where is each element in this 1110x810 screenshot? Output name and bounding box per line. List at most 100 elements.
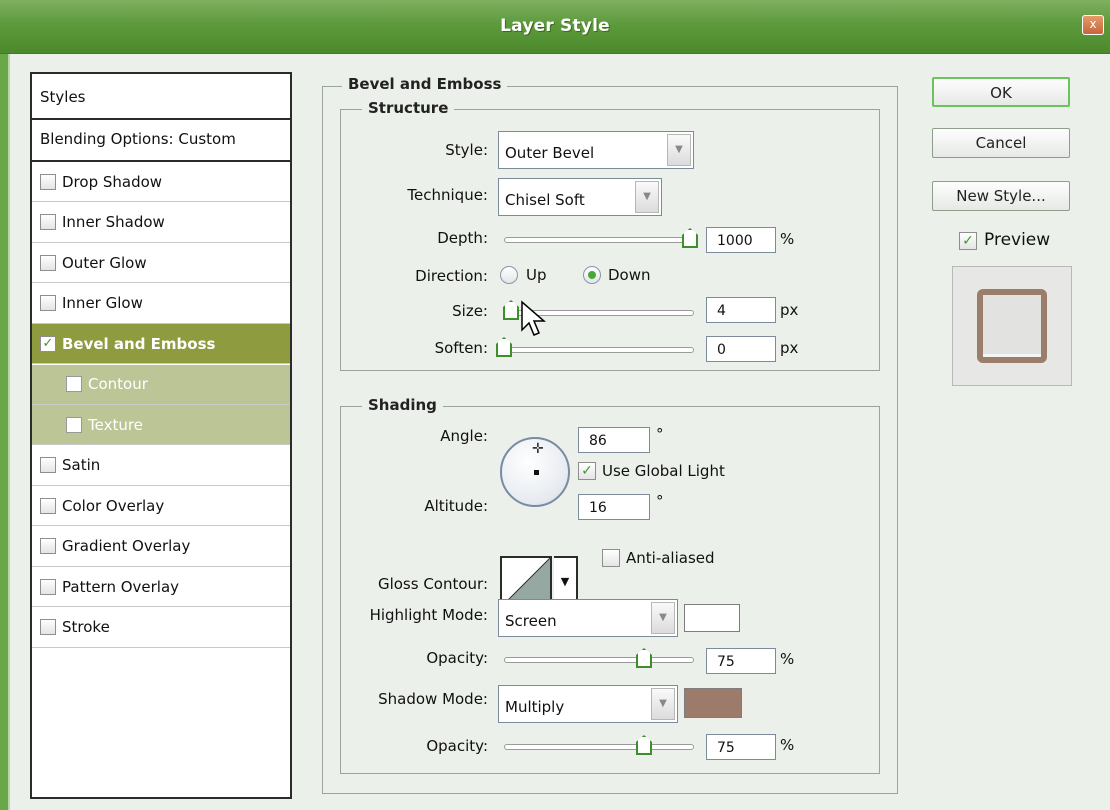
highlight-opacity-label: Opacity: <box>426 649 488 667</box>
style-item-texture[interactable]: Texture <box>32 405 290 445</box>
altitude-label: Altitude: <box>424 497 488 515</box>
cancel-button[interactable]: Cancel <box>932 128 1070 158</box>
window-frame-left-inner <box>8 54 10 810</box>
style-item-label: Bevel and Emboss <box>62 334 216 353</box>
style-item-gradient-overlay[interactable]: Gradient Overlay <box>32 526 290 567</box>
style-preview-thumbnail <box>952 266 1072 386</box>
style-item-checkbox[interactable] <box>40 497 56 514</box>
size-label: Size: <box>452 302 488 320</box>
style-item-checkbox[interactable] <box>66 416 82 433</box>
style-item-label: Texture <box>88 415 143 434</box>
style-item-checkbox[interactable] <box>40 214 56 230</box>
shadow-mode-label: Shadow Mode: <box>378 690 488 708</box>
style-item-checkbox[interactable] <box>40 457 56 473</box>
window-frame-left <box>0 54 8 810</box>
preview-label: Preview <box>984 230 1051 250</box>
size-input[interactable]: 4 <box>706 297 776 323</box>
highlight-color-swatch[interactable] <box>684 604 740 632</box>
style-item-checkbox[interactable] <box>40 254 56 271</box>
style-select-value: Outer Bevel <box>505 144 595 162</box>
style-item-drop-shadow[interactable]: Drop Shadow <box>32 162 290 202</box>
depth-slider[interactable] <box>504 237 694 243</box>
chevron-down-icon[interactable]: ▼ <box>635 181 659 213</box>
style-item-contour[interactable]: Contour <box>32 364 290 405</box>
style-item-label: Outer Glow <box>62 253 147 272</box>
soften-slider[interactable] <box>504 347 694 353</box>
style-item-label: Stroke <box>62 618 110 636</box>
direction-down-radio[interactable] <box>583 266 601 284</box>
shading-title: Shading <box>362 396 443 414</box>
shadow-color-swatch[interactable] <box>684 688 742 718</box>
style-item-inner-shadow[interactable]: Inner Shadow <box>32 202 290 243</box>
shadow-opacity-input[interactable]: 75 <box>706 734 776 760</box>
checkmark-icon: ✓ <box>42 336 54 351</box>
highlight-opacity-slider[interactable] <box>504 657 694 663</box>
style-item-outer-glow[interactable]: Outer Glow <box>32 243 290 283</box>
style-item-label: Color Overlay <box>62 496 165 515</box>
shadow-mode-select[interactable]: Multiply ▼ <box>498 685 678 723</box>
chevron-down-icon[interactable]: ▼ <box>667 134 691 166</box>
style-item-checkbox[interactable] <box>40 295 56 311</box>
direction-up-radio[interactable] <box>500 266 518 284</box>
soften-input[interactable]: 0 <box>706 336 776 362</box>
shadow-opacity-label: Opacity: <box>426 737 488 755</box>
style-item-stroke[interactable]: Stroke <box>32 607 290 648</box>
style-item-checkbox[interactable] <box>40 538 56 554</box>
close-button[interactable]: x <box>1082 15 1104 35</box>
style-item-inner-glow[interactable]: Inner Glow <box>32 283 290 324</box>
dial-center-dot <box>534 470 539 475</box>
style-item-color-overlay[interactable]: Color Overlay <box>32 486 290 526</box>
shadow-opacity-unit: % <box>780 736 795 754</box>
use-global-light-checkbox[interactable]: ✓ <box>578 462 596 480</box>
depth-input[interactable]: 1000 <box>706 227 776 253</box>
style-label: Style: <box>445 141 488 159</box>
style-item-bevel-and-emboss[interactable]: ✓ Bevel and Emboss <box>32 324 290 364</box>
anti-aliased-checkbox[interactable] <box>602 549 620 567</box>
styles-header-label: Styles <box>40 88 86 106</box>
size-unit: px <box>780 301 799 319</box>
direction-up-label: Up <box>526 266 547 284</box>
style-item-label: Pattern Overlay <box>62 577 180 596</box>
style-item-checkbox[interactable] <box>66 376 82 392</box>
style-select[interactable]: Outer Bevel ▼ <box>498 131 694 169</box>
direction-down-label: Down <box>608 266 651 284</box>
gloss-contour-label: Gloss Contour: <box>377 575 488 593</box>
altitude-input[interactable]: 16 <box>578 494 650 520</box>
depth-label: Depth: <box>437 229 488 247</box>
style-item-label: Inner Shadow <box>62 213 165 231</box>
highlight-opacity-unit: % <box>780 650 795 668</box>
highlight-opacity-input[interactable]: 75 <box>706 648 776 674</box>
shadow-mode-value: Multiply <box>505 698 565 716</box>
depth-unit: % <box>780 230 795 248</box>
title-bar: Layer Style x <box>0 0 1110 54</box>
chevron-down-icon[interactable]: ▼ <box>651 602 675 634</box>
style-item-label: Gradient Overlay <box>62 537 191 555</box>
window-title: Layer Style <box>500 16 610 36</box>
style-item-checkbox[interactable] <box>40 619 56 635</box>
highlight-mode-label: Highlight Mode: <box>369 606 488 624</box>
preview-checkbox[interactable]: ✓ <box>959 232 977 250</box>
style-item-checkbox[interactable] <box>40 173 56 190</box>
technique-select-value: Chisel Soft <box>505 191 585 209</box>
style-item-label: Satin <box>62 456 101 474</box>
styles-header[interactable]: Styles <box>30 72 292 120</box>
style-item-pattern-overlay[interactable]: Pattern Overlay <box>32 567 290 607</box>
highlight-mode-select[interactable]: Screen ▼ <box>498 599 678 637</box>
style-item-checkbox[interactable]: ✓ <box>40 335 56 352</box>
style-item-satin[interactable]: Satin <box>32 445 290 486</box>
chevron-down-icon[interactable]: ▼ <box>651 688 675 720</box>
style-item-checkbox[interactable] <box>40 578 56 595</box>
bevel-emboss-title: Bevel and Emboss <box>342 75 508 93</box>
ok-button[interactable]: OK <box>932 77 1070 107</box>
new-style-button[interactable]: New Style... <box>932 181 1070 211</box>
blending-options-item[interactable]: Blending Options: Custom <box>30 120 292 162</box>
angle-input[interactable]: 86 <box>578 427 650 453</box>
direction-label: Direction: <box>415 267 488 285</box>
shadow-opacity-slider[interactable] <box>504 744 694 750</box>
anti-aliased-label: Anti-aliased <box>626 549 715 567</box>
altitude-degree: ° <box>656 492 664 510</box>
style-item-label: Drop Shadow <box>62 172 163 191</box>
angle-dial[interactable]: ✛ <box>500 437 570 507</box>
technique-select[interactable]: Chisel Soft ▼ <box>498 178 662 216</box>
soften-label: Soften: <box>434 339 488 357</box>
